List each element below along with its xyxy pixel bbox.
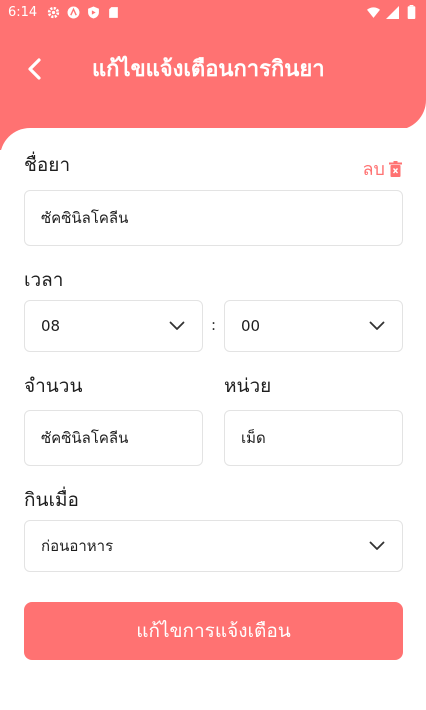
time-separator: : <box>211 316 217 334</box>
unit-input[interactable] <box>241 429 386 447</box>
signal-icon <box>386 5 399 19</box>
when-value: ก่อนอาหาร <box>41 537 114 555</box>
when-select[interactable]: ก่อนอาหาร <box>24 520 403 572</box>
unit-label: หน่วย <box>224 375 272 397</box>
chevron-down-icon <box>368 537 386 555</box>
chevron-left-icon <box>28 58 41 80</box>
amount-label: จำนวน <box>24 375 83 397</box>
chevron-down-icon <box>168 317 186 335</box>
delete-label: ลบ <box>362 159 385 180</box>
trash-icon <box>389 160 402 177</box>
battery-icon <box>405 5 418 19</box>
status-time: 6:14 <box>8 4 38 20</box>
minute-value: 00 <box>241 317 261 335</box>
hour-value: 08 <box>41 317 61 335</box>
back-button[interactable] <box>18 52 52 86</box>
hour-select[interactable]: 08 <box>24 300 203 352</box>
app-logo-icon <box>67 6 80 19</box>
submit-button[interactable]: แก้ไขการแจ้งเตือน <box>24 602 403 660</box>
unit-field[interactable] <box>224 410 403 466</box>
settings-icon <box>47 6 60 19</box>
time-label: เวลา <box>24 269 64 291</box>
amount-input[interactable] <box>41 429 186 447</box>
status-bar: 6:14 <box>0 0 426 24</box>
sd-card-icon <box>107 6 120 19</box>
drug-name-label: ชื่อยา <box>24 154 71 176</box>
delete-button[interactable]: ลบ <box>363 154 402 183</box>
when-label: กินเมื่อ <box>24 489 79 511</box>
amount-field[interactable] <box>24 410 203 466</box>
drug-name-input[interactable] <box>41 209 386 227</box>
drug-name-field[interactable] <box>24 190 403 246</box>
wifi-icon <box>367 6 380 19</box>
chevron-down-icon <box>368 317 386 335</box>
minute-select[interactable]: 00 <box>224 300 403 352</box>
shield-icon <box>87 6 100 19</box>
page-title: แก้ไขแจ้งเตือนการกินยา <box>92 57 325 82</box>
